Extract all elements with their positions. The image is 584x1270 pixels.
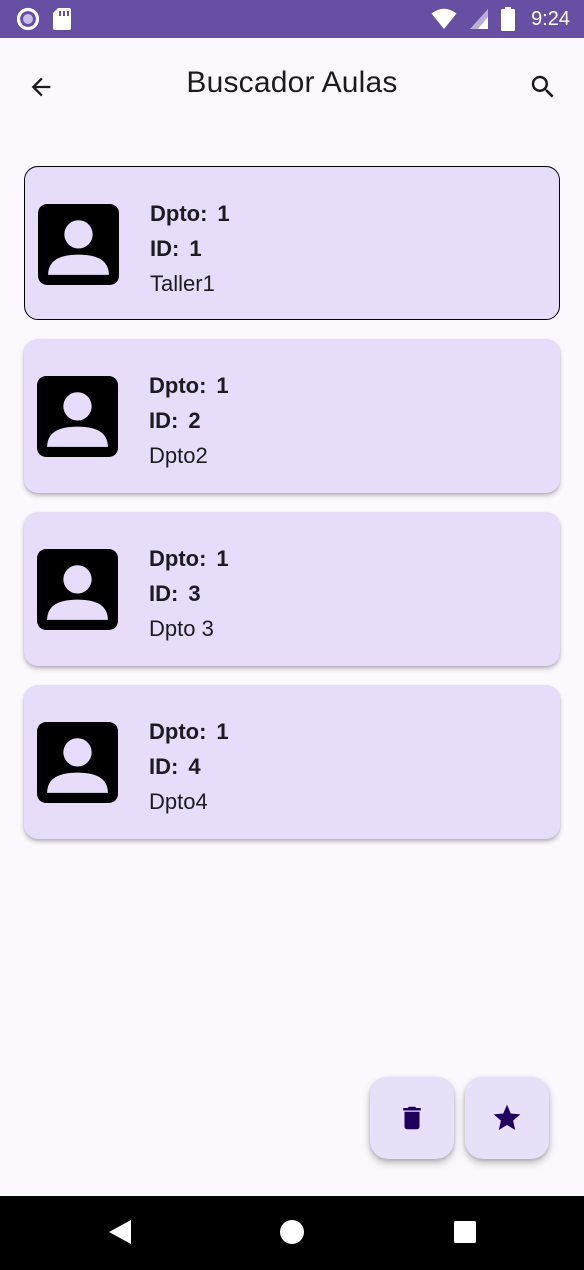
- dpto-row: Dpto: 1: [150, 196, 230, 231]
- dpto-value: 1: [216, 546, 229, 571]
- id-value: 4: [188, 754, 201, 779]
- id-row: ID: 2: [149, 403, 229, 438]
- list-item[interactable]: Dpto: 1 ID: 3 Dpto 3: [24, 512, 560, 666]
- dpto-value: 1: [216, 719, 229, 744]
- list-item-text: Dpto: 1 ID: 1 Taller1: [150, 196, 230, 301]
- search-icon: [531, 75, 554, 98]
- status-time: 9:24: [531, 7, 570, 30]
- id-row: ID: 3: [149, 576, 229, 611]
- cell-signal-icon: [470, 9, 489, 29]
- page-title: Buscador Aulas: [186, 66, 398, 99]
- trash-icon: [403, 1106, 421, 1130]
- delete-button[interactable]: [370, 1077, 454, 1159]
- account-box-icon: [37, 722, 118, 803]
- list-item[interactable]: Dpto: 1 ID: 1 Taller1: [24, 166, 560, 320]
- dpto-label: Dpto:: [150, 201, 208, 226]
- dpto-label: Dpto:: [149, 719, 207, 744]
- triangle-back-icon: [109, 1220, 131, 1244]
- nav-home-button[interactable]: [274, 1214, 310, 1250]
- aula-name: Dpto 3: [149, 616, 214, 641]
- account-box-icon: [37, 376, 118, 457]
- account-box-icon: [37, 549, 118, 630]
- list-item-text: Dpto: 1 ID: 4 Dpto4: [149, 714, 229, 819]
- system-nav-bar: [0, 1196, 584, 1270]
- list-item-text: Dpto: 1 ID: 3 Dpto 3: [149, 541, 229, 646]
- id-label: ID:: [149, 754, 179, 779]
- aulas-list: Dpto: 1 ID: 1 Taller1 Dpto: 1 ID: 2 Dpto2 Dp…: [24, 166, 560, 858]
- aula-name: Dpto4: [149, 789, 208, 814]
- id-label: ID:: [149, 581, 179, 606]
- dpto-value: 1: [216, 373, 229, 398]
- square-recents-icon: [454, 1221, 476, 1243]
- nav-recents-button[interactable]: [447, 1214, 483, 1250]
- id-label: ID:: [149, 408, 179, 433]
- search-button[interactable]: [522, 66, 564, 108]
- id-label: ID:: [150, 236, 180, 261]
- account-box-icon: [38, 204, 119, 285]
- aula-name: Taller1: [150, 271, 215, 296]
- status-bar: 9:24: [0, 0, 584, 38]
- battery-icon: [501, 7, 516, 31]
- sd-card-icon: [53, 8, 71, 30]
- circle-notification-icon: [16, 7, 40, 31]
- favorite-button[interactable]: [465, 1077, 549, 1159]
- id-value: 3: [188, 581, 201, 606]
- dpto-label: Dpto:: [149, 546, 207, 571]
- list-item[interactable]: Dpto: 1 ID: 4 Dpto4: [24, 685, 560, 839]
- id-value: 1: [189, 236, 202, 261]
- top-app-bar: Buscador Aulas: [0, 38, 584, 134]
- star-icon: [493, 1104, 521, 1130]
- list-item[interactable]: Dpto: 1 ID: 2 Dpto2: [24, 339, 560, 493]
- status-bar-right: 9:24: [431, 7, 570, 31]
- id-value: 2: [188, 408, 201, 433]
- dpto-row: Dpto: 1: [149, 541, 229, 576]
- dpto-row: Dpto: 1: [149, 714, 229, 749]
- id-row: ID: 4: [149, 749, 229, 784]
- status-bar-left: [16, 7, 72, 31]
- wifi-icon: [431, 8, 457, 29]
- id-row: ID: 1: [150, 231, 230, 266]
- dpto-value: 1: [217, 201, 230, 226]
- circle-home-icon: [280, 1220, 304, 1244]
- dpto-label: Dpto:: [149, 373, 207, 398]
- nav-back-button[interactable]: [102, 1214, 138, 1250]
- list-item-text: Dpto: 1 ID: 2 Dpto2: [149, 368, 229, 473]
- dpto-row: Dpto: 1: [149, 368, 229, 403]
- aula-name: Dpto2: [149, 443, 208, 468]
